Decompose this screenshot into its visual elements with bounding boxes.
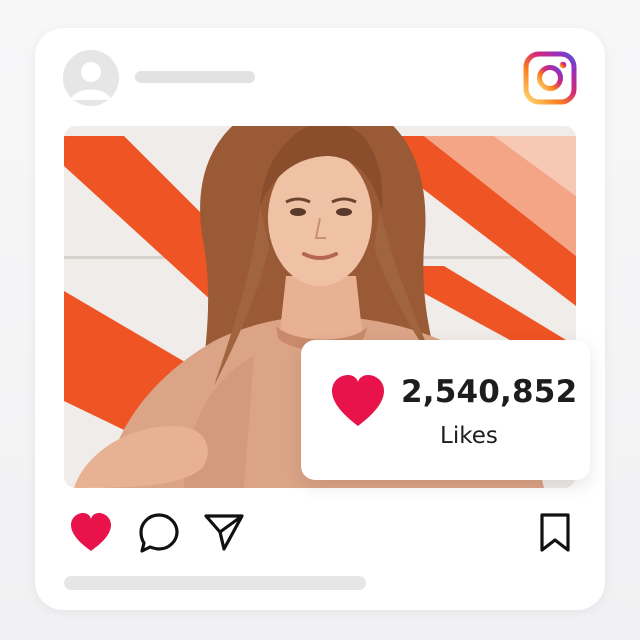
heart-icon (328, 372, 388, 428)
caption-placeholder (64, 576, 366, 590)
user-avatar-icon[interactable] (63, 50, 119, 106)
likes-label: Likes (440, 423, 498, 449)
bookmark-icon[interactable] (538, 512, 572, 554)
likes-overlay-card: 2,540,852 Likes (301, 340, 590, 480)
heart-filled-icon[interactable] (69, 512, 113, 552)
comment-icon[interactable] (138, 512, 180, 554)
send-icon[interactable] (203, 511, 245, 553)
instagram-logo (523, 51, 577, 105)
likes-count: 2,540,852 (401, 374, 578, 410)
username-placeholder (135, 71, 255, 83)
